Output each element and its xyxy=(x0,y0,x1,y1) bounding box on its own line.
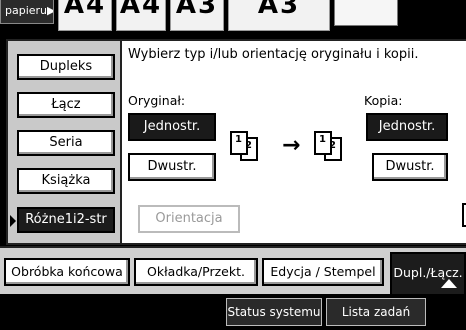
original-pages-icon: 2 1 xyxy=(226,129,262,167)
tab-edit-stamp[interactable]: Edycja / Stempel xyxy=(262,258,384,286)
paper-size-button-3[interactable]: A3 xyxy=(170,0,224,31)
arrow-right-icon: → xyxy=(282,133,301,158)
mode-rozne-button[interactable]: Różne1i2-str xyxy=(17,207,115,233)
paper-size-button-2[interactable]: A4 xyxy=(116,0,166,31)
mode-ksiazka-button[interactable]: Książka xyxy=(17,168,115,194)
mode-lacz-button[interactable]: Łącz xyxy=(17,92,115,118)
duplex-panel: Dupleks Łącz Seria Książka Różne1i2-str … xyxy=(6,39,466,245)
status-bar: Status systemu Lista zadań xyxy=(0,294,466,330)
mode-dupleks-button[interactable]: Dupleks xyxy=(17,54,115,80)
orientation-button: Orientacja xyxy=(138,205,240,233)
job-list-button[interactable]: Lista zadań xyxy=(326,298,426,326)
selected-mode-indicator-icon xyxy=(10,215,16,227)
instruction-text: Wybierz typ i/lub orientację oryginału i… xyxy=(128,47,419,62)
tab-finishing[interactable]: Obróbka końcowa xyxy=(4,258,130,286)
copy-label: Kopia: xyxy=(364,93,403,108)
tab-up-arrow-icon xyxy=(441,279,457,288)
paper-size-label: A3 xyxy=(257,0,301,20)
original-one-sided-button[interactable]: Jednostr. xyxy=(128,113,216,141)
paper-size-label: A4 xyxy=(63,0,107,20)
tab-cover-slip[interactable]: Okładka/Przekt. xyxy=(134,258,258,286)
disabled-top-button xyxy=(334,0,398,26)
page-icon: 1 xyxy=(314,131,332,155)
paper-size-label: A4 xyxy=(119,0,163,20)
scroll-edge xyxy=(462,203,466,227)
copy-one-sided-button[interactable]: Jednostr. xyxy=(366,113,448,141)
copy-two-sided-button[interactable]: Dwustr. xyxy=(372,153,448,181)
tab-duplex-combine[interactable]: Dupl./Łącz. xyxy=(390,252,466,296)
mode-seria-button[interactable]: Seria xyxy=(17,130,115,156)
paper-size-button-4[interactable]: A3 xyxy=(228,0,330,31)
original-two-sided-button[interactable]: Dwustr. xyxy=(128,153,216,181)
system-status-button[interactable]: Status systemu xyxy=(226,298,322,326)
tab-bar: Obróbka końcowa Okładka/Przekt. Edycja /… xyxy=(0,246,466,296)
mode-sidebar: Dupleks Łącz Seria Książka Różne1i2-str xyxy=(8,41,122,243)
paper-size-button-1[interactable]: A4 xyxy=(58,0,112,31)
page-icon: 1 xyxy=(230,131,248,155)
paper-tab[interactable]: papieru▶ xyxy=(0,0,54,24)
copy-pages-icon: 2 1 xyxy=(310,129,346,167)
paper-size-label: A3 xyxy=(175,0,219,20)
original-label: Oryginał: xyxy=(128,93,186,108)
top-strip: papieru▶ A4 A4 A3 A3 xyxy=(0,0,466,36)
